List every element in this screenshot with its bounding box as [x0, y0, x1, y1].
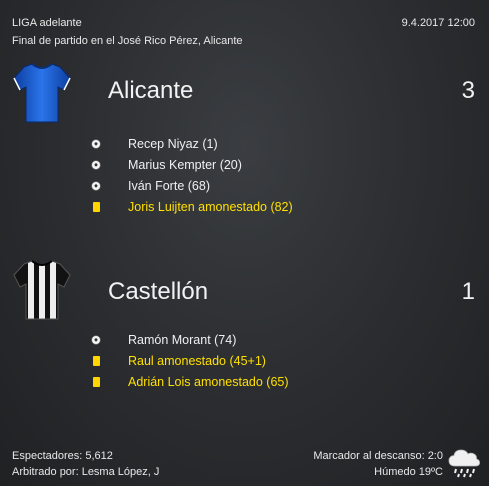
- list-item: Marius Kempter (20): [90, 154, 470, 175]
- list-item: Adrián Lois amonestado (65): [90, 371, 470, 392]
- list-item: Joris Luijten amonestado (82): [90, 196, 470, 217]
- home-events-list: Recep Niyaz (1) Marius Kempter (20) Iván…: [90, 133, 470, 217]
- list-item: Recep Niyaz (1): [90, 133, 470, 154]
- event-text: Adrián Lois amonestado (65): [128, 374, 289, 389]
- event-text: Recep Niyaz (1): [128, 136, 218, 151]
- competition-name: LIGA adelante: [12, 17, 82, 29]
- home-team-name: Alicante: [108, 77, 194, 104]
- event-text: Marius Kempter (20): [128, 157, 242, 172]
- black-white-striped-shirt-icon: [13, 260, 71, 320]
- yellow-card-icon: [90, 355, 102, 367]
- away-team-score: 1: [461, 278, 475, 305]
- event-text: Ramón Morant (74): [128, 332, 237, 347]
- yellow-card-icon: [90, 201, 102, 213]
- soccer-ball-icon: [90, 334, 102, 346]
- soccer-ball-icon: [90, 159, 102, 171]
- match-footer-right: Marcador al descanso: 2:0 Húmedo 19ºC: [313, 448, 443, 480]
- away-team: Castellón 1: [0, 257, 489, 327]
- home-team-score: 3: [461, 77, 475, 104]
- event-text: Joris Luijten amonestado (82): [128, 199, 293, 214]
- match-datetime: 9.4.2017 12:00: [401, 17, 475, 29]
- home-team: Alicante 3: [0, 60, 489, 130]
- referee: Arbitrado por: Lesma López, J: [12, 466, 160, 478]
- halftime-score: Marcador al descanso: 2:0: [313, 450, 443, 462]
- match-footer-left: Espectadores: 5,612 Arbitrado por: Lesma…: [12, 448, 159, 480]
- match-status: Final de partido en el José Rico Pérez, …: [12, 35, 243, 47]
- rain-cloud-icon: [448, 449, 480, 478]
- event-text: Raul amonestado (45+1): [128, 353, 266, 368]
- list-item: Ramón Morant (74): [90, 329, 470, 350]
- away-events-list: Ramón Morant (74) Raul amonestado (45+1)…: [90, 329, 470, 392]
- weather-text: Húmedo 19ºC: [374, 466, 443, 478]
- attendance: Espectadores: 5,612: [12, 450, 113, 462]
- list-item: Raul amonestado (45+1): [90, 350, 470, 371]
- blue-shirt-icon: [13, 63, 71, 123]
- soccer-ball-icon: [90, 180, 102, 192]
- away-team-name: Castellón: [108, 278, 209, 305]
- yellow-card-icon: [90, 376, 102, 388]
- list-item: Iván Forte (68): [90, 175, 470, 196]
- soccer-ball-icon: [90, 138, 102, 150]
- event-text: Iván Forte (68): [128, 178, 210, 193]
